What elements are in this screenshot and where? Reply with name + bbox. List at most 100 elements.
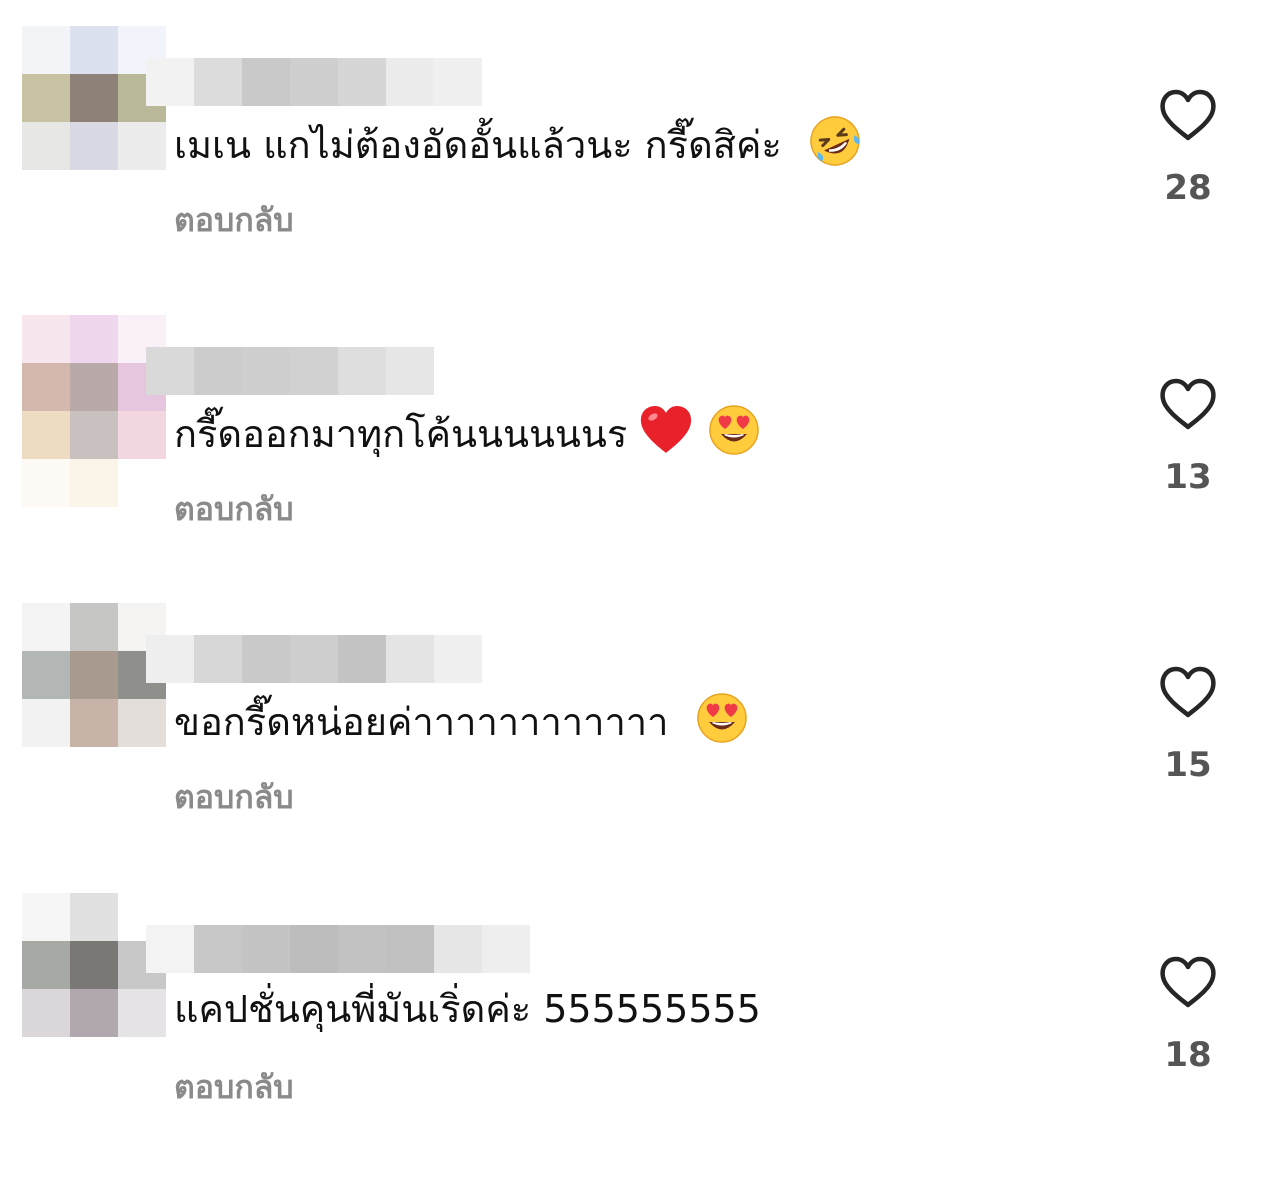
avatar-pixel (70, 459, 118, 507)
avatar-pixel (22, 170, 70, 218)
comment-item: เมเน แกไม่ต้องอัดอั้นแล้วนะ กรี๊ดสิค่ะ ต… (0, 26, 1280, 276)
heart-eyes-icon (695, 691, 749, 745)
avatar-pixel (70, 315, 118, 363)
avatar-pixel (70, 747, 118, 795)
comment-item: กรี๊ดออกมาทุกโค้นนนนนนร ตอบกลับ 13 (0, 315, 1280, 565)
avatar[interactable] (22, 893, 166, 1085)
username-pixel (146, 925, 194, 973)
comment-text: เมเน แกไม่ต้องอัดอั้นแล้วนะ กรี๊ดสิค่ะ (174, 114, 862, 173)
like-count: 13 (1164, 457, 1212, 497)
avatar-pixel (22, 651, 70, 699)
avatar-pixel (118, 170, 166, 218)
avatar-pixel (22, 315, 70, 363)
username-pixel (146, 347, 194, 395)
comment-body: เมเน แกไม่ต้องอัดอั้นแล้วนะ กรี๊ดสิค่ะ (174, 123, 782, 167)
avatar[interactable] (22, 603, 166, 795)
username-pixel (194, 347, 242, 395)
avatar[interactable] (22, 315, 166, 507)
avatar-pixel (22, 363, 70, 411)
like-count: 18 (1164, 1035, 1212, 1075)
comment-body: แคปชั่นคุนพี่มันเริ่ดค่ะ 555555555 (174, 987, 761, 1031)
avatar-pixel (70, 122, 118, 170)
avatar-pixel (70, 26, 118, 74)
avatar-pixel (70, 1037, 118, 1085)
username-blurred[interactable] (146, 925, 530, 973)
username-pixel (194, 925, 242, 973)
reply-button[interactable]: ตอบกลับ (174, 487, 294, 531)
reply-button[interactable]: ตอบกลับ (174, 1065, 294, 1109)
avatar-pixel (118, 411, 166, 459)
username-blurred[interactable] (146, 347, 434, 395)
comment-text: กรี๊ดออกมาทุกโค้นนนนนนร (174, 403, 761, 462)
avatar-pixel (70, 74, 118, 122)
avatar-pixel (70, 699, 118, 747)
username-pixel (434, 925, 482, 973)
username-pixel (386, 925, 434, 973)
heart-outline-icon[interactable] (1159, 377, 1217, 431)
avatar-pixel (22, 411, 70, 459)
comment-body: กรี๊ดออกมาทุกโค้นนนนนนร (174, 412, 628, 456)
username-pixel (290, 58, 338, 106)
like-button[interactable]: 15 (1150, 665, 1226, 795)
avatar[interactable] (22, 26, 166, 218)
avatar-pixel (118, 699, 166, 747)
rolling-on-floor-laughing-icon (808, 114, 862, 168)
avatar-pixel (22, 459, 70, 507)
avatar-pixel (22, 74, 70, 122)
username-pixel (386, 635, 434, 683)
avatar-pixel (70, 989, 118, 1037)
avatar-pixel (70, 603, 118, 651)
username-pixel (242, 635, 290, 683)
username-pixel (386, 58, 434, 106)
heart-outline-icon[interactable] (1159, 955, 1217, 1009)
reply-button[interactable]: ตอบกลับ (174, 198, 294, 242)
username-pixel (434, 635, 482, 683)
username-pixel (338, 347, 386, 395)
avatar-pixel (22, 26, 70, 74)
avatar-pixel (70, 411, 118, 459)
reply-button[interactable]: ตอบกลับ (174, 775, 294, 819)
comment-item: แคปชั่นคุนพี่มันเริ่ดค่ะ 555555555 ตอบกล… (0, 893, 1280, 1143)
username-pixel (242, 925, 290, 973)
username-pixel (482, 925, 530, 973)
avatar-pixel (22, 989, 70, 1037)
like-button[interactable]: 13 (1150, 377, 1226, 507)
avatar-pixel (118, 1037, 166, 1085)
comment-body: ขอกรี๊ดหน่อยค่าาาาาาาาาาาา (174, 700, 669, 744)
avatar-pixel (22, 941, 70, 989)
avatar-pixel (70, 941, 118, 989)
username-pixel (338, 58, 386, 106)
avatar-pixel (22, 699, 70, 747)
comment-thread: เมเน แกไม่ต้องอัดอั้นแล้วนะ กรี๊ดสิค่ะ ต… (0, 0, 1280, 1185)
comment-text: ขอกรี๊ดหน่อยค่าาาาาาาาาาาา (174, 691, 749, 750)
heart-outline-icon[interactable] (1159, 665, 1217, 719)
like-button[interactable]: 28 (1150, 88, 1226, 218)
username-pixel (194, 635, 242, 683)
red-heart-icon (639, 403, 693, 457)
username-pixel (290, 635, 338, 683)
comment-item: ขอกรี๊ดหน่อยค่าาาาาาาาาาาา ตอบกลับ 15 (0, 603, 1280, 853)
username-pixel (386, 347, 434, 395)
like-button[interactable]: 18 (1150, 955, 1226, 1085)
avatar-pixel (22, 893, 70, 941)
username-pixel (242, 347, 290, 395)
like-count: 15 (1164, 745, 1212, 785)
heart-eyes-icon (707, 403, 761, 457)
username-blurred[interactable] (146, 58, 482, 106)
avatar-pixel (70, 651, 118, 699)
heart-outline-icon[interactable] (1159, 88, 1217, 142)
username-blurred[interactable] (146, 635, 482, 683)
avatar-pixel (118, 989, 166, 1037)
like-count: 28 (1164, 168, 1212, 208)
avatar-pixel (22, 122, 70, 170)
avatar-pixel (70, 363, 118, 411)
username-pixel (242, 58, 290, 106)
username-pixel (146, 635, 194, 683)
avatar-pixel (70, 893, 118, 941)
username-pixel (434, 58, 482, 106)
avatar-pixel (118, 747, 166, 795)
avatar-pixel (70, 170, 118, 218)
username-pixel (338, 925, 386, 973)
username-pixel (290, 925, 338, 973)
avatar-pixel (22, 747, 70, 795)
